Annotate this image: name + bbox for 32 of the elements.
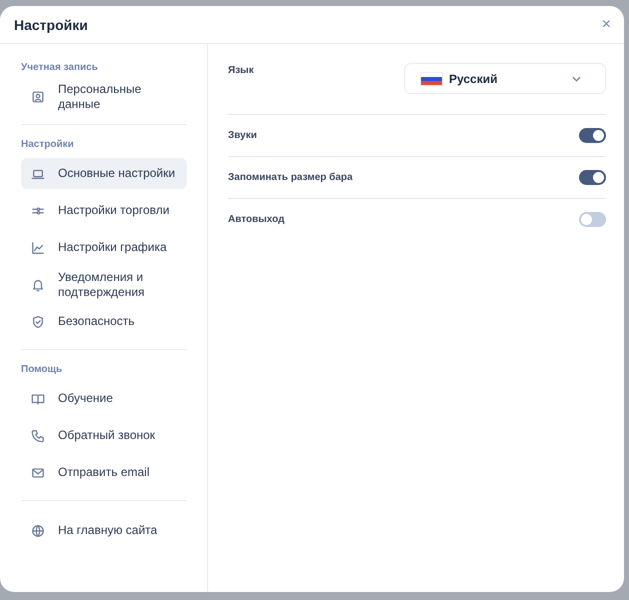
toggle-switch[interactable]	[579, 170, 606, 185]
sidebar-item[interactable]: Настройки графика	[21, 232, 187, 263]
person-icon	[31, 90, 45, 104]
sidebar-item[interactable]: На главную сайта	[21, 515, 187, 546]
section-heading: Настройки	[21, 139, 75, 150]
setting-label: Язык	[228, 65, 254, 76]
sidebar-item[interactable]: Настройки торговли	[21, 195, 187, 226]
setting-label: Запоминать размер бара	[228, 172, 353, 183]
sidebar-item[interactable]: Обучение	[21, 383, 187, 414]
toggle-switch[interactable]	[579, 128, 606, 143]
book-icon	[31, 392, 45, 406]
sidebar-item[interactable]: Отправить email	[21, 457, 187, 488]
caret-icon	[572, 76, 581, 82]
language-dropdown[interactable]: Русский	[404, 63, 606, 94]
setting-label: Автовыход	[228, 214, 284, 225]
section-heading: Учетная запись	[21, 62, 99, 73]
phone-icon	[31, 428, 45, 442]
window-title: Настройки	[14, 16, 88, 32]
toggle-switch[interactable]	[579, 212, 606, 227]
bell-icon	[31, 278, 45, 292]
line-chart-icon	[31, 240, 45, 254]
section-heading: Помощь	[21, 364, 64, 375]
globe-icon	[31, 524, 45, 538]
sidebar-item[interactable]: Обратный звонок	[21, 420, 187, 451]
sidebar-item[interactable]: Основные настройки	[21, 158, 187, 189]
setting-label: Звуки	[228, 130, 257, 141]
mail-icon	[31, 466, 45, 480]
sidebar-item[interactable]: Безопасность	[21, 306, 187, 337]
sidebar-item[interactable]: Персональные данные	[21, 81, 187, 112]
shield-icon	[31, 314, 45, 328]
sidebar-item[interactable]: Уведомления и подтверждения	[21, 269, 187, 300]
flag-icon	[420, 72, 443, 86]
